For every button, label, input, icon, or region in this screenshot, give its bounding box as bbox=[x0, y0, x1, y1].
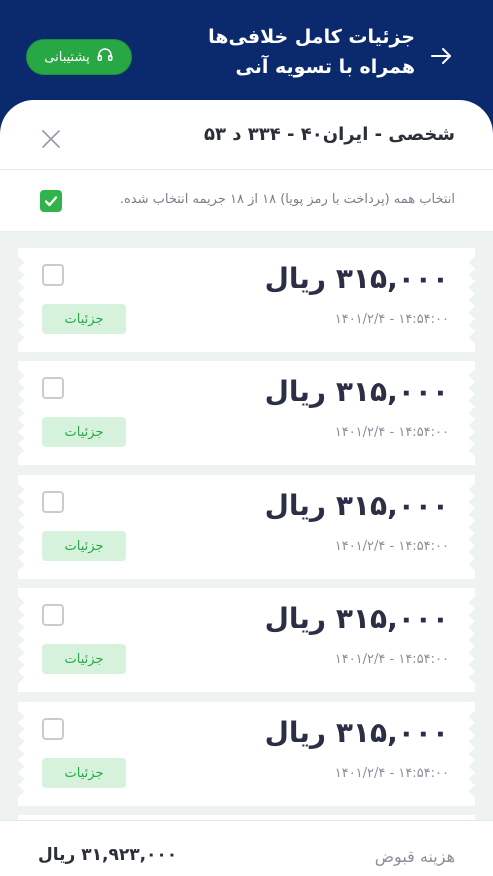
close-icon[interactable] bbox=[40, 128, 62, 150]
footer-label: هزینه قبوض bbox=[374, 847, 455, 866]
fine-datetime: ۱۴۰۱/۲/۴ - ۱۴:۵۴:۰۰ bbox=[334, 425, 449, 440]
check-icon bbox=[44, 196, 58, 207]
fine-amount: ۳۱۵,۰۰۰ ریال bbox=[264, 716, 449, 749]
fines-list[interactable]: ۳۱۵,۰۰۰ ریال ۱۴۰۱/۲/۴ - ۱۴:۵۴:۰۰ جزئیات … bbox=[0, 232, 493, 820]
fine-amount: ۳۱۵,۰۰۰ ریال bbox=[264, 262, 449, 295]
details-button[interactable]: جزئیات bbox=[42, 531, 126, 561]
support-button[interactable]: پشتیبانی bbox=[26, 39, 132, 75]
fine-card[interactable]: ۳۱۵,۰۰۰ ریال ۱۴۰۱/۲/۴ - ۱۴:۵۴:۰۰ جزئیات bbox=[18, 361, 475, 465]
fines-sheet: شخصی - ایران۴۰ - ۳۳۴ د ۵۳ انتخاب همه (پر… bbox=[0, 100, 493, 876]
page-title: جزئیات کامل خلافی‌ها همراه با تسویه آنی bbox=[175, 22, 415, 82]
fine-card[interactable]: ۳۱۵,۰۰۰ ریال ۱۴۰۱/۲/۴ - ۱۴:۵۴:۰۰ جزئیات bbox=[18, 248, 475, 352]
select-all-row: انتخاب همه (پرداخت با رمز پویا) ۱۸ از ۱۸… bbox=[0, 170, 493, 232]
details-button[interactable]: جزئیات bbox=[42, 644, 126, 674]
support-button-label: پشتیبانی bbox=[44, 49, 90, 65]
footer-total: ۳۱,۹۲۳,۰۰۰ ریال bbox=[38, 845, 178, 865]
fine-card[interactable]: ۳۱۵,۰۰۰ ریال ۱۴۰۱/۲/۴ - ۱۴:۵۴:۰۰ جزئیات bbox=[18, 588, 475, 692]
page-title-line-1: جزئیات کامل خلافی‌ها bbox=[208, 26, 415, 48]
select-all-label: انتخاب همه (پرداخت با رمز پویا) ۱۸ از ۱۸… bbox=[119, 192, 455, 207]
page-title-line-2: همراه با تسویه آنی bbox=[235, 56, 415, 78]
select-all-checkbox[interactable] bbox=[40, 190, 62, 212]
arrow-right-icon[interactable] bbox=[429, 44, 453, 68]
plate-title: شخصی - ایران۴۰ - ۳۳۴ د ۵۳ bbox=[203, 124, 455, 145]
fine-checkbox[interactable] bbox=[42, 491, 64, 513]
fine-checkbox[interactable] bbox=[42, 377, 64, 399]
fine-datetime: ۱۴۰۱/۲/۴ - ۱۴:۵۴:۰۰ bbox=[334, 652, 449, 667]
headset-icon bbox=[96, 46, 114, 68]
fine-amount: ۳۱۵,۰۰۰ ریال bbox=[264, 375, 449, 408]
fine-card[interactable]: ۳۱۵,۰۰۰ ریال ۱۴۰۱/۲/۴ - ۱۴:۵۴:۰۰ جزئیات bbox=[18, 702, 475, 806]
details-button[interactable]: جزئیات bbox=[42, 304, 126, 334]
fine-datetime: ۱۴۰۱/۲/۴ - ۱۴:۵۴:۰۰ bbox=[334, 312, 449, 327]
details-button[interactable]: جزئیات bbox=[42, 417, 126, 447]
fine-amount: ۳۱۵,۰۰۰ ریال bbox=[264, 489, 449, 522]
fine-card[interactable]: ۳۱۵,۰۰۰ ریال ۱۴۰۱/۲/۴ - ۱۴:۵۴:۰۰ جزئیات bbox=[18, 475, 475, 579]
fine-datetime: ۱۴۰۱/۲/۴ - ۱۴:۵۴:۰۰ bbox=[334, 539, 449, 554]
footer-summary: هزینه قبوض ۳۱,۹۲۳,۰۰۰ ریال bbox=[0, 820, 493, 876]
fine-amount: ۳۱۵,۰۰۰ ریال bbox=[264, 602, 449, 635]
fine-checkbox[interactable] bbox=[42, 604, 64, 626]
fine-checkbox[interactable] bbox=[42, 718, 64, 740]
details-button[interactable]: جزئیات bbox=[42, 758, 126, 788]
fine-datetime: ۱۴۰۱/۲/۴ - ۱۴:۵۴:۰۰ bbox=[334, 766, 449, 781]
fine-checkbox[interactable] bbox=[42, 264, 64, 286]
plate-row: شخصی - ایران۴۰ - ۳۳۴ د ۵۳ bbox=[0, 100, 493, 170]
